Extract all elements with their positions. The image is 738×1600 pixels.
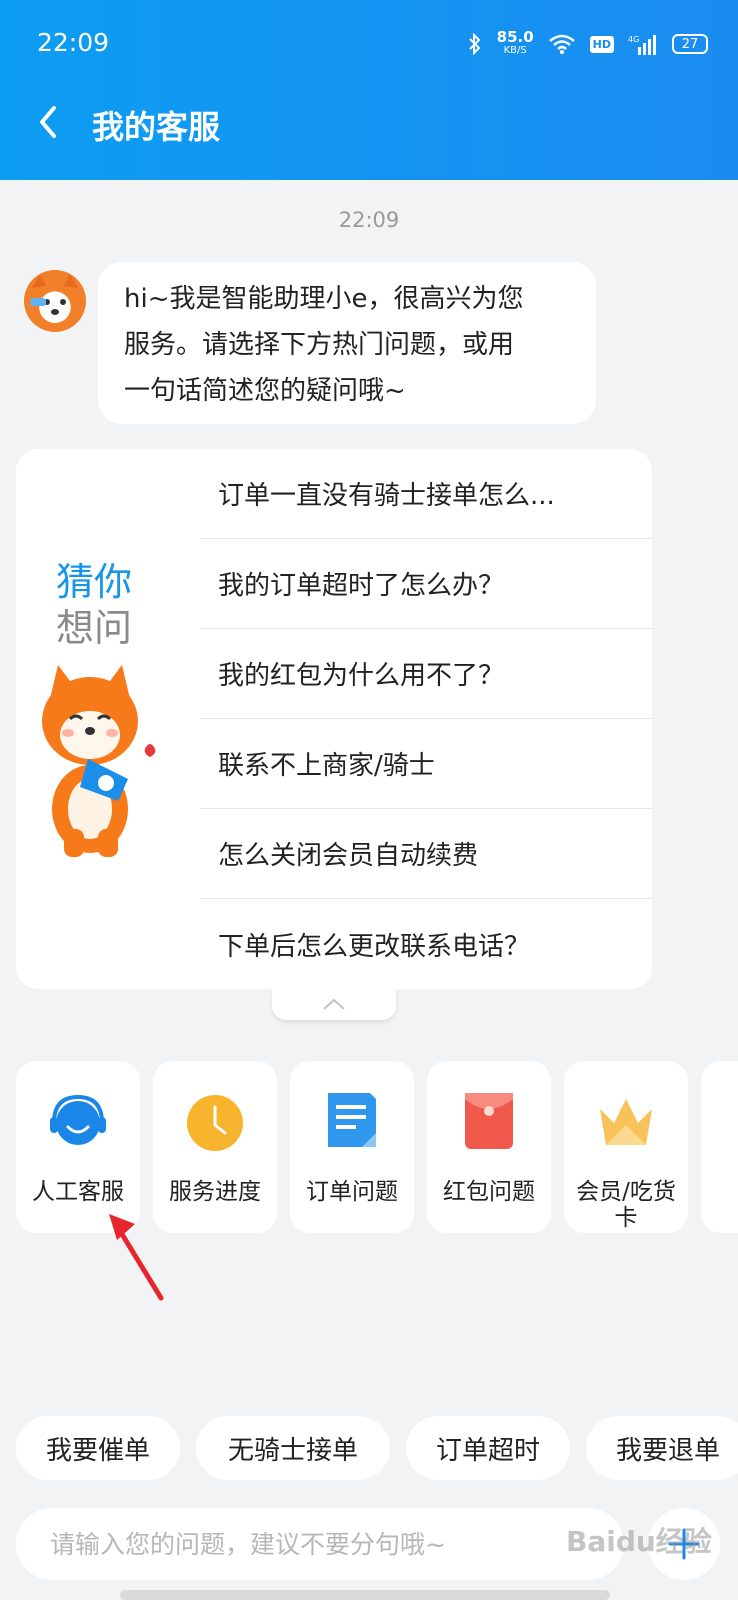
message-input-container — [16, 1508, 624, 1580]
svg-text:4G: 4G — [628, 35, 639, 44]
red-envelope-icon — [465, 1093, 513, 1149]
service-label: 服务进度 — [169, 1179, 261, 1205]
quick-reply-chip[interactable]: 我要催单 — [16, 1416, 180, 1480]
service-label: 会员/吃货卡 — [576, 1179, 676, 1231]
status-icons: 85.0 KB/S HD 4G 27 — [467, 30, 708, 58]
quick-reply-chip[interactable]: 订单超时 — [406, 1416, 570, 1480]
faq-item[interactable]: 联系不上商家/骑士 — [201, 719, 652, 809]
greeting-line: 一句话简述您的疑问哦~ — [124, 376, 406, 406]
collapse-faq-button[interactable] — [272, 988, 396, 1020]
human-service-button[interactable]: 人工客服 — [16, 1061, 140, 1233]
chevron-up-icon — [323, 998, 345, 1010]
status-time: 22:09 — [37, 28, 110, 57]
header-bar: 22:09 85.0 KB/S HD 4G 27 我的客服 — [0, 0, 738, 180]
network-speed: 85.0 KB/S — [496, 28, 534, 57]
battery-icon: 27 — [672, 34, 708, 54]
bot-avatar — [24, 270, 86, 332]
message-input[interactable] — [50, 1529, 624, 1559]
greeting-bubble: hi~我是智能助理小e，很高兴为您 服务。请选择下方热门问题，或用 一句话简述您… — [98, 262, 596, 424]
service-label: 订单问题 — [306, 1179, 398, 1205]
home-indicator — [120, 1590, 610, 1600]
message-timestamp: 22:09 — [338, 208, 400, 232]
service-card-more[interactable] — [701, 1061, 738, 1233]
red-envelope-issue-button[interactable]: 红包问题 — [427, 1061, 551, 1233]
annotation-arrow — [109, 1214, 164, 1301]
faq-title: 猜你 想问 — [56, 560, 133, 650]
quick-reply-chip[interactable]: 我要退单 — [586, 1416, 738, 1480]
hd-badge: HD — [589, 35, 614, 53]
document-icon — [328, 1093, 376, 1147]
faq-list: 订单一直没有骑士接单怎么... 我的订单超时了怎么办？ 我的红包为什么用不了？ … — [201, 449, 652, 989]
headset-icon — [50, 1094, 106, 1145]
shiba-mascot-illustration — [42, 665, 156, 857]
page-title: 我的客服 — [92, 108, 221, 146]
clock-icon — [187, 1095, 243, 1151]
service-label: 红包问题 — [443, 1179, 535, 1205]
faq-item[interactable]: 订单一直没有骑士接单怎么... — [201, 449, 652, 539]
signal-icon: 4G — [628, 35, 656, 55]
bluetooth-icon — [468, 33, 481, 55]
service-progress-button[interactable]: 服务进度 — [153, 1061, 277, 1233]
quick-replies: 我要催单 无骑士接单 订单超时 我要退单 — [16, 1416, 738, 1480]
greeting-line: 服务。请选择下方热门问题，或用 — [124, 330, 515, 360]
faq-item[interactable]: 怎么关闭会员自动续费 — [201, 809, 652, 899]
quick-reply-chip[interactable]: 无骑士接单 — [196, 1416, 390, 1480]
greeting-line: hi~我是智能助理小e，很高兴为您 — [124, 284, 524, 314]
watermark-logo: Baidu经验 — [566, 1525, 712, 1558]
service-shortcuts: 人工客服 服务进度 订单问题 红包问题 会员/吃货卡 — [16, 1061, 738, 1233]
membership-card-button[interactable]: 会员/吃货卡 — [564, 1061, 688, 1233]
faq-card: 猜你 想问 订单一直没有骑士接单怎么... 我的订单超时了怎么办？ 我的红包为什… — [16, 449, 652, 989]
wifi-icon — [548, 34, 575, 54]
order-issue-button[interactable]: 订单问题 — [290, 1061, 414, 1233]
faq-item[interactable]: 我的红包为什么用不了？ — [201, 629, 652, 719]
service-label: 人工客服 — [32, 1179, 124, 1205]
faq-item[interactable]: 下单后怎么更改联系电话？ — [201, 899, 652, 989]
faq-item[interactable]: 我的订单超时了怎么办？ — [201, 539, 652, 629]
back-arrow-icon[interactable] — [34, 102, 60, 142]
crown-icon — [600, 1099, 652, 1145]
